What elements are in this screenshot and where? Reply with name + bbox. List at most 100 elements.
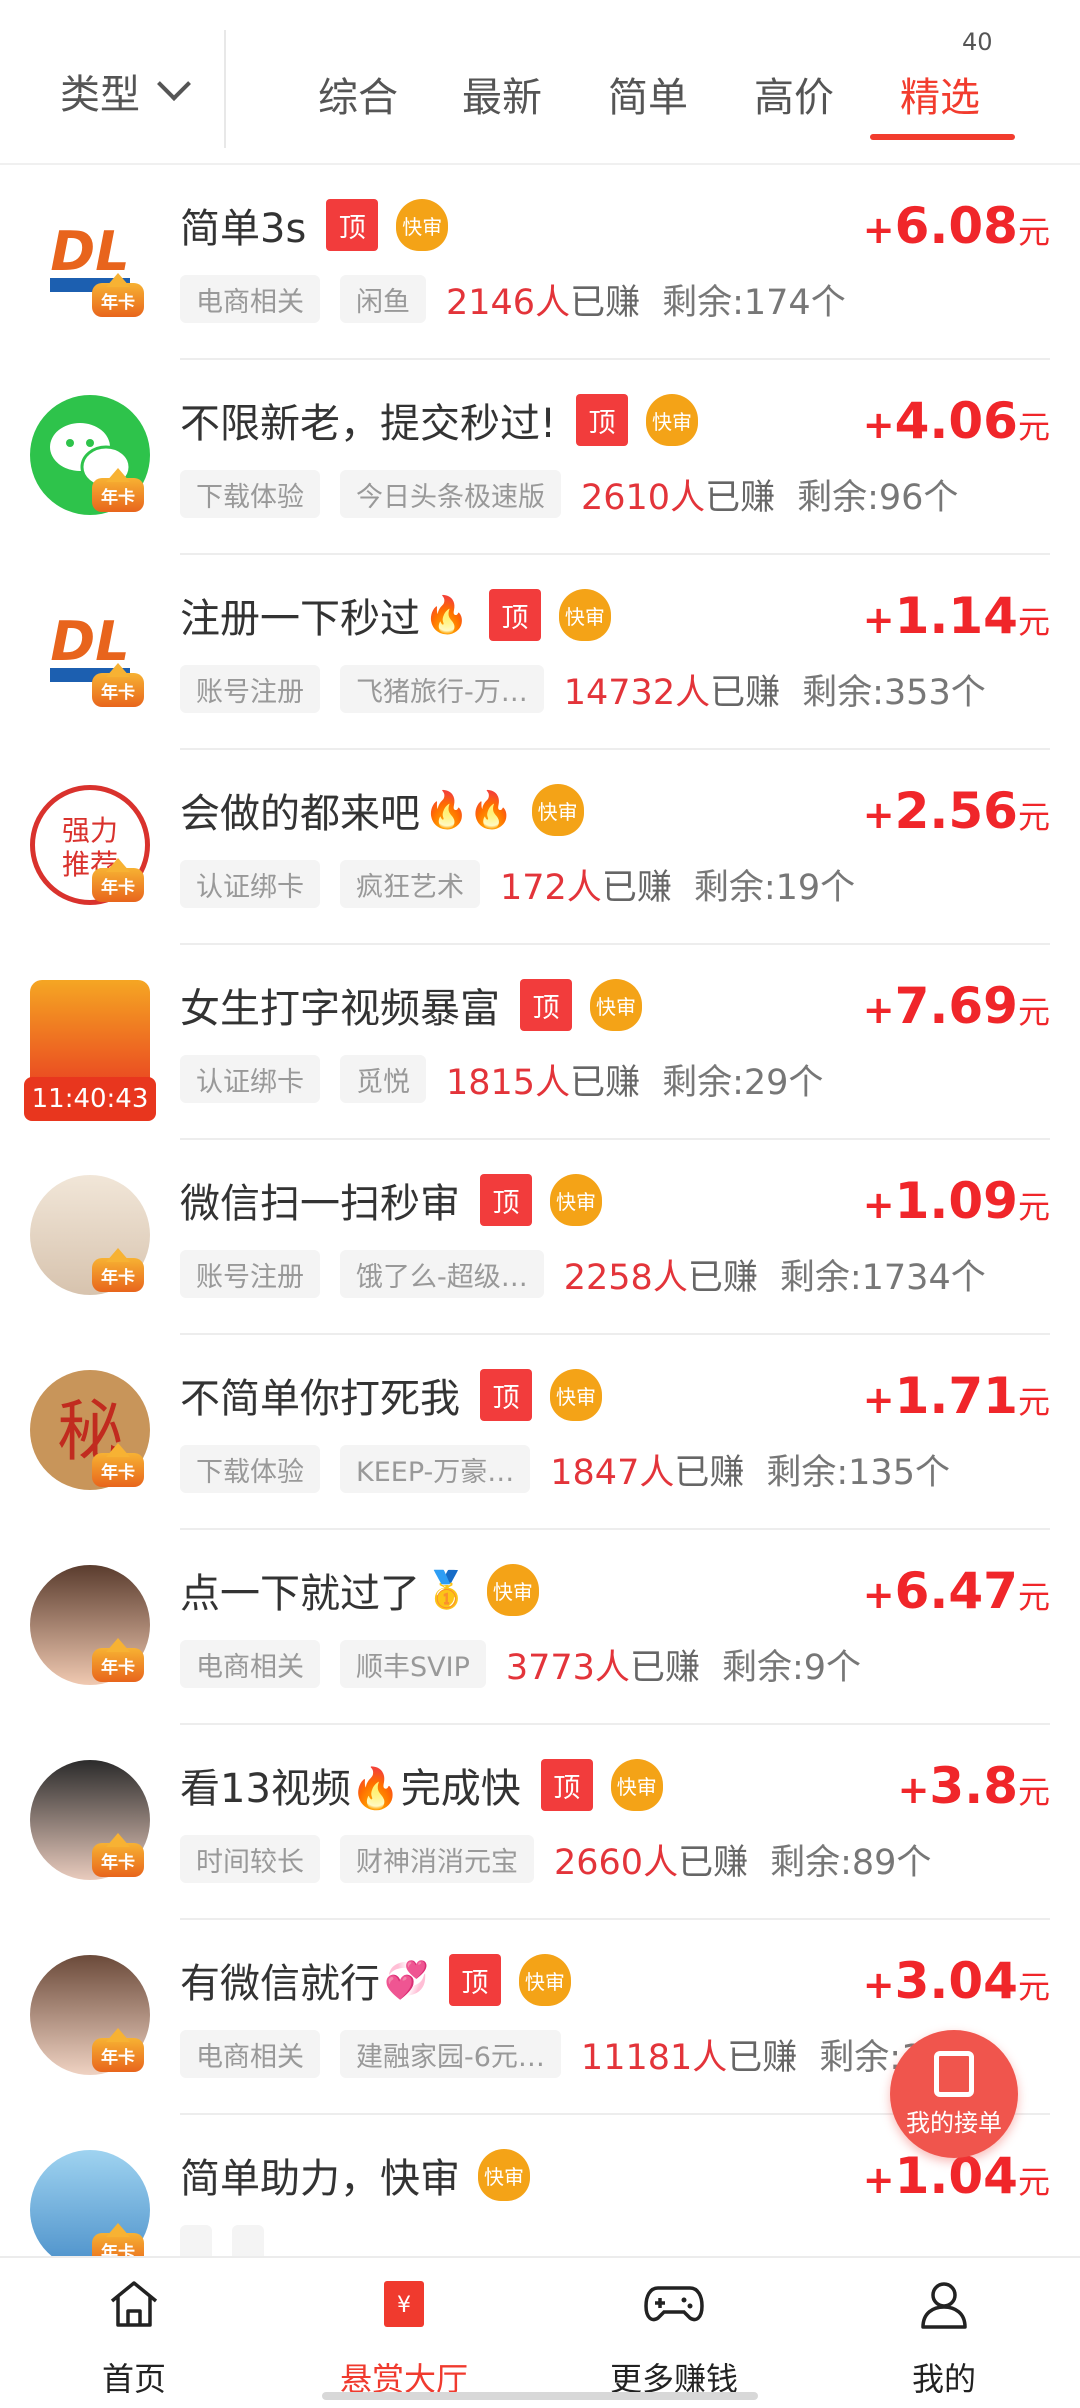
task-reward: +7.69元 bbox=[863, 977, 1050, 1035]
task-row[interactable]: 年卡 点一下就过了 🥇 快审 +6.47元 电商相关 顺丰SVIP 3773人 已赚 剩余:9个 bbox=[0, 1530, 1080, 1725]
tab-comprehensive[interactable]: 综合 bbox=[318, 65, 398, 123]
task-info-line: 认证绑卡 觅悦 1815人 已赚 剩余:29个 bbox=[180, 1053, 1050, 1105]
task-reward: +1.14元 bbox=[863, 587, 1050, 645]
tab-latest[interactable]: 最新 bbox=[462, 65, 542, 123]
task-title-line: 会做的都来吧 🔥🔥 快审 bbox=[180, 780, 584, 840]
annual-card-badge: 年卡 bbox=[92, 858, 144, 902]
task-title-line: 注册一下秒过 🔥 顶快审 bbox=[180, 585, 611, 645]
earned-count: 2660人 bbox=[554, 1842, 679, 1883]
pinned-badge: 顶 bbox=[576, 394, 629, 446]
gamepad-icon bbox=[644, 2274, 704, 2334]
tab-featured[interactable]: 精选 bbox=[900, 65, 980, 123]
task-title-line: 有微信就行 💞 顶快审 bbox=[180, 1950, 571, 2010]
reward-amount: 3.8 bbox=[929, 1757, 1018, 1815]
nav-home[interactable]: 首页 bbox=[34, 2274, 234, 2400]
fast-review-badge: 快审 bbox=[550, 1369, 602, 1421]
earned-label: 已赚 bbox=[705, 477, 776, 518]
reward-amount: 1.09 bbox=[894, 1172, 1018, 1230]
task-title-line: 简单助力，快审 快审 bbox=[180, 2145, 530, 2205]
task-title: 不简单你打死我 bbox=[180, 1376, 460, 1422]
my-orders-button[interactable]: 我的接单 bbox=[890, 2030, 1018, 2158]
annual-card-badge: 年卡 bbox=[92, 663, 144, 707]
earned-label: 已赚 bbox=[629, 1647, 700, 1688]
task-title: 点一下就过了 bbox=[180, 1571, 420, 1617]
task-tag: 电商相关 bbox=[180, 2030, 320, 2078]
task-title: 看13视频🔥完成快 bbox=[180, 1766, 521, 1812]
fast-review-badge: 快审 bbox=[558, 589, 611, 641]
pinned-badge: 顶 bbox=[326, 199, 379, 251]
remaining-count: 剩余:353个 bbox=[802, 672, 986, 713]
pinned-badge: 顶 bbox=[480, 1174, 532, 1226]
earned-count: 11181人 bbox=[580, 2037, 728, 2078]
reward-unit: 元 bbox=[1017, 1383, 1050, 1421]
task-tag: 电商相关 bbox=[180, 275, 320, 323]
user-icon bbox=[914, 2274, 974, 2334]
task-row[interactable]: 年卡 不限新老，提交秒过! 顶快审 +4.06元 下载体验 今日头条极速版 2610人 已赚剩… bbox=[0, 360, 1080, 555]
nav-reward-hall[interactable]: ¥ 悬赏大厅 bbox=[304, 2274, 504, 2400]
earned-count: 2610人 bbox=[581, 477, 706, 518]
task-reward: +1.09元 bbox=[863, 1172, 1050, 1230]
remaining-count: 剩余:89个 bbox=[770, 1842, 932, 1883]
task-row[interactable]: DL 年卡 简单3s 顶快审 +6.08元 电商相关 闲鱼 2146人 已赚 剩余:174个 bbox=[0, 165, 1080, 360]
task-reward: +6.47元 bbox=[863, 1562, 1050, 1620]
reward-amount: 4.06 bbox=[894, 392, 1018, 450]
bottom-navigation: 首页 ¥ 悬赏大厅 更多赚钱 我的 bbox=[0, 2256, 1080, 2408]
nav-more-earn[interactable]: 更多赚钱 bbox=[574, 2274, 774, 2400]
task-row[interactable]: 年卡 微信扫一扫秒审顶快审 +1.09元 账号注册 饿了么-超级… 2258人 已赚 剩余:1… bbox=[0, 1140, 1080, 1335]
countdown-timer: 11:40:43 bbox=[24, 1077, 156, 1121]
remaining-count: 剩余:135个 bbox=[766, 1452, 950, 1493]
earned-count: 3773人 bbox=[505, 1647, 630, 1688]
task-tag: 疯狂艺术 bbox=[340, 860, 480, 908]
nav-mine[interactable]: 我的 bbox=[844, 2274, 1044, 2400]
reward-unit: 元 bbox=[1017, 1188, 1050, 1226]
task-row[interactable]: 年卡 看13视频🔥完成快顶快审 +3.8元 时间较长 财神消消元宝 2660人 已赚 剩余:8… bbox=[0, 1725, 1080, 1920]
reward-plus: + bbox=[862, 793, 895, 837]
task-tag: 闲鱼 bbox=[340, 275, 426, 323]
remaining-count: 剩余:9个 bbox=[721, 1647, 862, 1688]
pinned-badge: 顶 bbox=[520, 979, 572, 1031]
tab-high-price[interactable]: 高价 bbox=[754, 65, 834, 123]
task-row[interactable]: 强力 推荐 年卡 会做的都来吧 🔥🔥 快审 +2.56元 认证绑卡 疯狂艺术 172人 已赚 剩余:1… bbox=[0, 750, 1080, 945]
task-reward: +6.08元 bbox=[863, 197, 1050, 255]
fast-review-badge: 快审 bbox=[531, 784, 584, 836]
title-emoji-icon: 💞 bbox=[384, 1960, 429, 2001]
fast-review-badge: 快审 bbox=[478, 2149, 530, 2201]
task-row[interactable]: 11:40:43 女生打字视频暴富顶快审 +7.69元 认证绑卡 觅悦 1815人 已赚 剩余… bbox=[0, 945, 1080, 1140]
reward-amount: 2.56 bbox=[894, 782, 1018, 840]
annual-card-badge: 年卡 bbox=[92, 1833, 144, 1877]
reward-unit: 元 bbox=[1017, 603, 1050, 641]
title-emoji-icon: 🔥🔥 bbox=[424, 790, 514, 831]
fast-review-badge: 快审 bbox=[646, 394, 699, 446]
reward-plus: + bbox=[862, 988, 895, 1032]
task-title: 会做的都来吧 bbox=[180, 791, 420, 837]
chevron-down-icon bbox=[157, 67, 191, 101]
earned-count: 2258人 bbox=[563, 1257, 688, 1298]
task-row[interactable]: 秘年卡 不简单你打死我顶快审 +1.71元 下载体验 KEEP-万豪… 1847人 已赚 剩余… bbox=[0, 1335, 1080, 1530]
task-row[interactable]: DL 年卡 注册一下秒过 🔥 顶快审 +1.14元 账号注册 飞猪旅行-万… 14732人 已赚剩… bbox=[0, 555, 1080, 750]
earned-count: 1815人 bbox=[446, 1062, 571, 1103]
svg-text:强力: 强力 bbox=[62, 814, 118, 847]
reward-plus: + bbox=[862, 208, 895, 252]
earned-count: 172人 bbox=[500, 867, 602, 908]
type-filter-dropdown[interactable]: 类型 bbox=[60, 62, 191, 120]
task-tag: 建融家园-6元… bbox=[340, 2030, 561, 2078]
tab-simple[interactable]: 简单 bbox=[608, 65, 688, 123]
earned-label: 已赚 bbox=[710, 672, 781, 713]
reward-unit: 元 bbox=[1017, 408, 1050, 446]
task-tag: 账号注册 bbox=[180, 1250, 320, 1298]
task-tag: 财神消消元宝 bbox=[340, 1835, 534, 1883]
reward-plus: + bbox=[897, 1768, 930, 1812]
earned-label: 已赚 bbox=[678, 1842, 749, 1883]
pinned-badge: 顶 bbox=[488, 589, 541, 641]
fast-review-badge: 快审 bbox=[610, 1759, 663, 1811]
remaining-count: 剩余:19个 bbox=[693, 867, 856, 908]
task-info-line: 账号注册 饿了么-超级… 2258人 已赚 剩余:1734个 bbox=[180, 1248, 1050, 1300]
reward-plus: + bbox=[862, 1963, 895, 2007]
earned-label: 已赚 bbox=[674, 1452, 745, 1493]
task-tag: 今日头条极速版 bbox=[340, 470, 561, 518]
task-title-line: 点一下就过了 🥇 快审 bbox=[180, 1560, 539, 1620]
remaining-count: 剩余:96个 bbox=[797, 477, 959, 518]
earned-count: 2146人 bbox=[446, 282, 571, 323]
reward-unit: 元 bbox=[1017, 1773, 1050, 1811]
nav-mine-label: 我的 bbox=[911, 2360, 976, 2398]
